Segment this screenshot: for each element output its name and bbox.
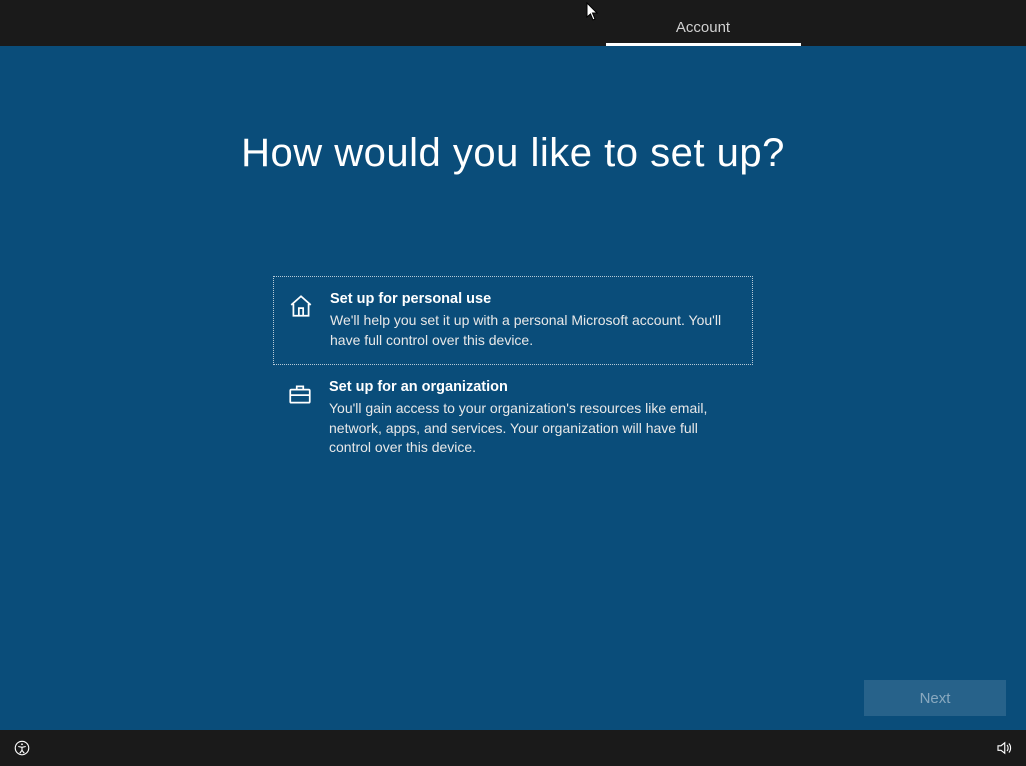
home-icon (288, 291, 322, 350)
accessibility-icon[interactable] (12, 738, 32, 758)
next-button[interactable]: Next (864, 680, 1006, 716)
option-organization[interactable]: Set up for an organization You'll gain a… (273, 365, 753, 472)
content-area: How would you like to set up? Set up for… (0, 46, 1026, 730)
option-description: We'll help you set it up with a personal… (330, 311, 736, 350)
options-container: Set up for personal use We'll help you s… (273, 276, 753, 472)
option-title: Set up for personal use (330, 291, 736, 307)
tab-account[interactable]: Account (606, 11, 801, 46)
page-title: How would you like to set up? (0, 131, 1026, 176)
volume-icon[interactable] (994, 738, 1014, 758)
option-text: Set up for personal use We'll help you s… (322, 291, 736, 350)
bottom-bar (0, 730, 1026, 766)
top-bar: Account (0, 0, 1026, 46)
option-description: You'll gain access to your organization'… (329, 399, 737, 458)
option-text: Set up for an organization You'll gain a… (321, 379, 737, 458)
option-title: Set up for an organization (329, 379, 737, 395)
briefcase-icon (287, 379, 321, 458)
option-personal-use[interactable]: Set up for personal use We'll help you s… (273, 276, 753, 365)
